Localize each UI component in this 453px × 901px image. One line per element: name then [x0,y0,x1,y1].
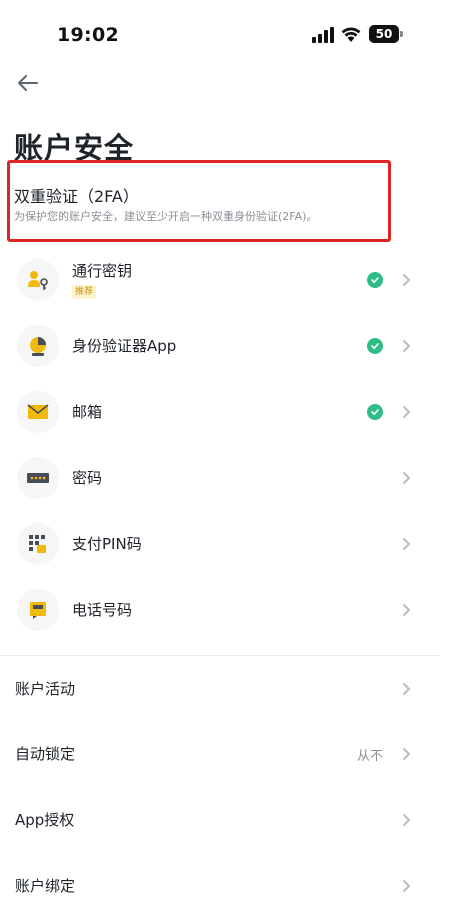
method-row-passkey[interactable]: 通行密钥 推荐 [0,247,453,313]
method-row-phone[interactable]: 电话号码 [0,577,453,643]
authenticator-app-icon [17,325,59,367]
chevron-right-icon [403,814,411,826]
setting-row-app-authorization[interactable]: App授权 [0,787,453,853]
chevron-right-icon [403,880,411,892]
twofa-section-title: 双重验证（2FA） [14,187,139,206]
setting-label: 账户活动 [15,680,76,698]
password-icon [17,457,59,499]
method-label: 支付PIN码 [72,535,142,553]
status-bar: 19:02 50 [0,0,453,60]
auto-lock-value: 从不 [356,749,383,764]
method-row-password[interactable]: 密码 [0,445,453,511]
chevron-right-icon [403,340,411,352]
cellular-signal-icon [312,27,334,43]
battery-icon: 50 [369,25,403,43]
chevron-right-icon [403,472,411,484]
method-row-payment-pin[interactable]: 支付PIN码 [0,511,453,577]
setting-row-account-binding[interactable]: 账户绑定 [0,853,453,901]
chevron-right-icon [403,748,411,760]
chevron-right-icon [403,604,411,616]
chevron-right-icon [403,683,411,695]
check-icon [367,404,383,420]
passkey-icon [17,259,59,301]
setting-label: 自动锁定 [15,745,76,763]
setting-label: 账户绑定 [15,877,76,895]
setting-row-account-activity[interactable]: 账户活动 [0,656,453,722]
phone-icon [17,589,59,631]
setting-label: App授权 [15,811,75,829]
method-row-authenticator[interactable]: 身份验证器App [0,313,453,379]
check-icon [367,272,383,288]
wifi-icon [341,27,361,42]
check-icon [367,338,383,354]
method-label: 身份验证器App [72,337,177,355]
chevron-right-icon [403,274,411,286]
method-label: 邮箱 [72,403,103,421]
twofa-section-description: 为保护您的账户安全，建议至少开启一种双重身份验证(2FA)。 [14,210,318,223]
recommended-badge: 推荐 [72,285,97,299]
arrow-left-icon [18,75,38,91]
method-row-email[interactable]: 邮箱 [0,379,453,445]
method-label: 电话号码 [72,601,133,619]
method-label: 通行密钥 [72,262,133,280]
battery-level: 50 [369,25,399,43]
chevron-right-icon [403,538,411,550]
envelope-icon [17,391,59,433]
chevron-right-icon [403,406,411,418]
back-button[interactable] [14,70,42,96]
setting-row-auto-lock[interactable]: 自动锁定 从不 [0,721,453,787]
method-label: 密码 [72,469,103,487]
status-time: 19:02 [57,24,119,46]
pin-keypad-icon [17,523,59,565]
